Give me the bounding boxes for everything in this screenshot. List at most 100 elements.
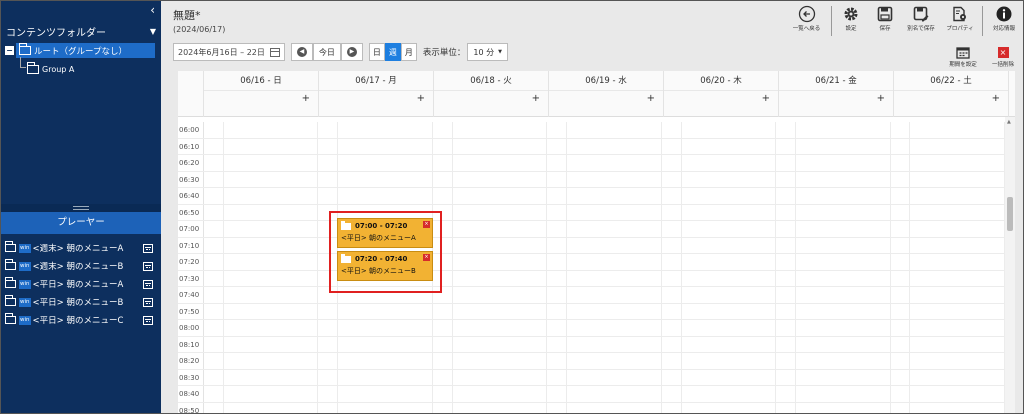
time-slot-cell[interactable] [453, 221, 548, 237]
time-slot-cell[interactable] [891, 336, 911, 352]
time-slot-cell[interactable] [891, 270, 911, 286]
remove-event-icon[interactable]: × [423, 221, 430, 228]
time-slot-cell[interactable] [796, 122, 891, 138]
time-slot-cell[interactable] [338, 171, 433, 187]
dropdown-caret-icon[interactable]: ▼ [150, 27, 156, 36]
time-slot-cell[interactable] [891, 254, 911, 270]
add-schedule-button[interactable]: + [877, 93, 885, 104]
time-slot-cell[interactable] [662, 138, 682, 154]
time-slot-cell[interactable] [453, 204, 548, 220]
schedule-calendar-icon[interactable] [143, 279, 153, 289]
time-slot-cell[interactable] [662, 237, 682, 253]
previous-button[interactable]: ◀ [290, 43, 313, 61]
time-slot-cell[interactable] [682, 221, 777, 237]
time-slot-cell[interactable] [318, 138, 339, 154]
time-slot-cell[interactable] [204, 287, 224, 303]
time-slot-cell[interactable] [224, 254, 319, 270]
scroll-up-icon[interactable]: ▲ [1007, 119, 1011, 125]
time-slot-cell[interactable] [204, 171, 224, 187]
display-unit-select[interactable]: 10 分 ▼ [467, 43, 509, 61]
time-slot-cell[interactable] [776, 204, 796, 220]
schedule-calendar-icon[interactable] [143, 297, 153, 307]
time-slot-cell[interactable] [682, 138, 777, 154]
time-slot-cell[interactable] [547, 155, 568, 171]
time-slot-cell[interactable] [318, 369, 339, 385]
time-slot-cell[interactable] [547, 386, 568, 402]
time-slot-cell[interactable] [662, 336, 682, 352]
time-slot-cell[interactable] [891, 386, 911, 402]
time-slot-cell[interactable] [547, 171, 568, 187]
time-slot-cell[interactable] [338, 386, 433, 402]
time-slot-cell[interactable] [224, 336, 319, 352]
time-slot-cell[interactable] [891, 122, 911, 138]
time-slot-cell[interactable] [547, 188, 568, 204]
time-slot-cell[interactable] [433, 336, 453, 352]
time-slot-cell[interactable] [204, 221, 224, 237]
time-slot-cell[interactable] [547, 270, 568, 286]
time-slot-cell[interactable] [776, 122, 796, 138]
time-slot-cell[interactable] [204, 237, 224, 253]
time-slot-cell[interactable] [682, 122, 777, 138]
time-slot-cell[interactable] [796, 386, 891, 402]
time-slot-cell[interactable] [567, 221, 662, 237]
time-slot-cell[interactable] [796, 188, 891, 204]
settings-button[interactable]: 設定 [834, 4, 868, 38]
time-slot-cell[interactable] [453, 138, 548, 154]
time-slot-cell[interactable] [910, 138, 1005, 154]
time-slot-cell[interactable] [796, 353, 891, 369]
player-item[interactable]: win <平日> 朝のメニューA [1, 275, 161, 293]
time-slot-cell[interactable] [567, 254, 662, 270]
time-slot-cell[interactable] [224, 188, 319, 204]
time-slot-cell[interactable] [796, 402, 891, 413]
remove-event-icon[interactable]: × [423, 254, 430, 261]
time-slot-cell[interactable] [453, 237, 548, 253]
time-slot-cell[interactable] [776, 336, 796, 352]
time-slot-cell[interactable] [891, 171, 911, 187]
collapse-sidebar-icon[interactable]: ‹ [150, 3, 155, 17]
time-slot-cell[interactable] [891, 188, 911, 204]
time-slot-cell[interactable] [776, 353, 796, 369]
time-slot-cell[interactable] [224, 369, 319, 385]
time-slot-cell[interactable] [662, 122, 682, 138]
time-slot-cell[interactable] [567, 369, 662, 385]
time-slot-cell[interactable] [662, 254, 682, 270]
time-slot-cell[interactable] [910, 204, 1005, 220]
time-slot-cell[interactable] [224, 287, 319, 303]
schedule-event[interactable]: 07:20 - 07:40 <平日> 朝のメニューB × [337, 251, 433, 281]
time-slot-cell[interactable] [891, 287, 911, 303]
time-slot-cell[interactable] [682, 303, 777, 319]
time-slot-cell[interactable] [682, 270, 777, 286]
properties-button[interactable]: プロパティ [940, 4, 980, 38]
time-slot-cell[interactable] [547, 336, 568, 352]
time-slot-cell[interactable] [796, 138, 891, 154]
time-slot-cell[interactable] [662, 402, 682, 413]
add-schedule-button[interactable]: + [762, 93, 770, 104]
time-slot-cell[interactable] [662, 221, 682, 237]
time-slot-cell[interactable] [796, 369, 891, 385]
time-slot-cell[interactable] [682, 188, 777, 204]
time-slot-cell[interactable] [318, 303, 339, 319]
time-slot-cell[interactable] [453, 171, 548, 187]
time-slot-cell[interactable] [662, 320, 682, 336]
time-slot-cell[interactable] [910, 287, 1005, 303]
time-slot-cell[interactable] [796, 221, 891, 237]
tree-collapse-icon[interactable]: − [5, 46, 14, 55]
date-range-picker[interactable]: 2024年6月16日 – 22日 [173, 43, 285, 61]
time-slot-cell[interactable] [796, 303, 891, 319]
time-slot-cell[interactable] [910, 336, 1005, 352]
time-slot-cell[interactable] [338, 303, 433, 319]
time-slot-cell[interactable] [453, 270, 548, 286]
time-slot-cell[interactable] [776, 237, 796, 253]
time-slot-cell[interactable] [796, 336, 891, 352]
time-slot-cell[interactable] [682, 353, 777, 369]
time-slot-cell[interactable] [662, 155, 682, 171]
time-slot-cell[interactable] [338, 122, 433, 138]
time-slot-cell[interactable] [567, 320, 662, 336]
save-button[interactable]: 保存 [868, 4, 902, 38]
time-slot-cell[interactable] [910, 353, 1005, 369]
time-slot-cell[interactable] [433, 353, 453, 369]
time-slot-cell[interactable] [776, 138, 796, 154]
time-slot-cell[interactable] [204, 122, 224, 138]
time-slot-cell[interactable] [776, 155, 796, 171]
time-slot-cell[interactable] [204, 188, 224, 204]
